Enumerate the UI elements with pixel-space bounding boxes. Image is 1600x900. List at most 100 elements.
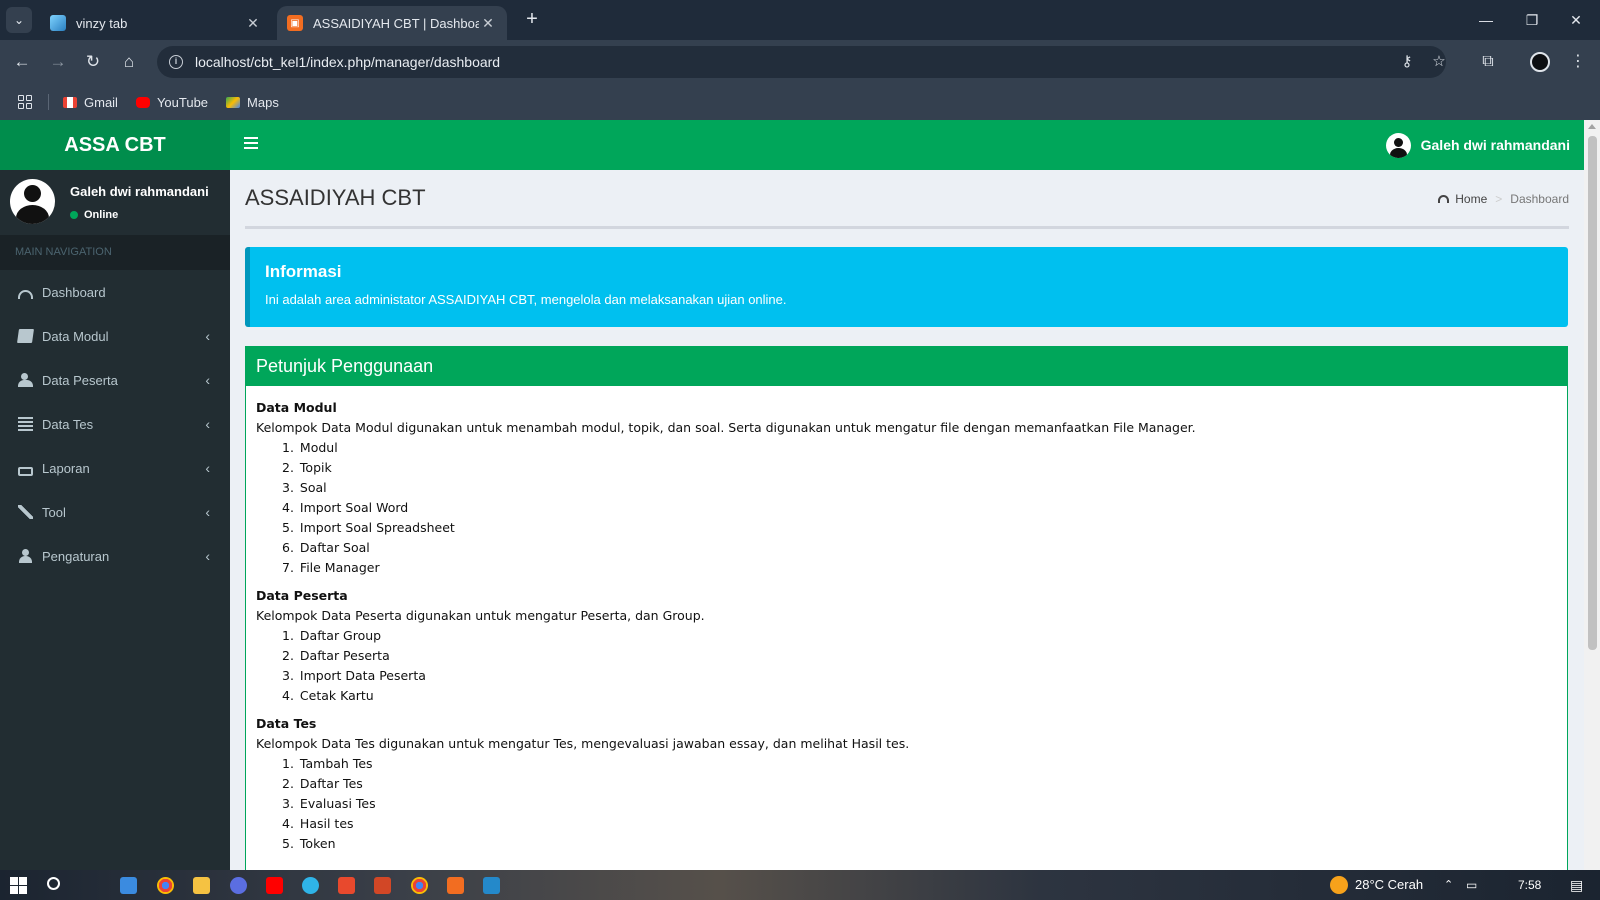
dashboard-icon xyxy=(1438,195,1450,203)
chrome-icon[interactable] xyxy=(411,877,428,894)
chevron-left-icon: ‹ xyxy=(205,372,210,388)
clock-text[interactable]: 7:58 xyxy=(1518,870,1541,900)
status-text: Online xyxy=(84,209,119,221)
window-close-icon[interactable]: ✕ xyxy=(1556,8,1596,32)
sidebar-item-data-modul[interactable]: Data Modul ‹ xyxy=(0,314,230,358)
bookmark-label: Gmail xyxy=(84,94,118,110)
browser-tab-active[interactable]: ▣ ASSAIDIYAH CBT | Dashboard ✕ xyxy=(277,6,507,40)
list-item: 3. Import Data Peserta xyxy=(282,668,426,683)
page-scrollbar[interactable] xyxy=(1584,120,1600,870)
profile-avatar-icon[interactable] xyxy=(1530,52,1550,72)
home-icon[interactable]: ⌂ xyxy=(117,50,141,74)
browser-tabstrip: ⌄ vinzy tab ✕ ▣ ASSAIDIYAH CBT | Dashboa… xyxy=(0,0,1600,40)
chevron-left-icon: ‹ xyxy=(205,460,210,476)
close-icon[interactable]: ✕ xyxy=(479,15,497,32)
close-icon[interactable]: ✕ xyxy=(244,15,262,32)
windows-start-icon[interactable] xyxy=(10,877,27,894)
restore-icon[interactable]: ❐ xyxy=(1512,8,1552,32)
list-item: 1. Daftar Group xyxy=(282,628,382,643)
sidebar-item-label: Pengaturan xyxy=(42,548,110,564)
breadcrumb-separator: > xyxy=(1495,192,1503,206)
bookmark-label: Maps xyxy=(247,94,279,110)
info-callout: Informasi Ini adalah area administator A… xyxy=(245,247,1568,327)
sidebar-item-data-peserta[interactable]: Data Peserta ‹ xyxy=(0,358,230,402)
nav-header: MAIN NAVIGATION xyxy=(0,235,230,270)
tab-title: vinzy tab xyxy=(76,15,128,31)
breadcrumb: Home > Dashboard xyxy=(1438,192,1569,206)
url-text: localhost/cbt_kel1/index.php/manager/das… xyxy=(195,54,501,70)
section-title: Data Modul xyxy=(256,400,337,415)
browser-menu-icon[interactable]: ⋮ xyxy=(1570,50,1586,74)
user-avatar-icon xyxy=(1385,132,1411,158)
list-item: 4. Import Soal Word xyxy=(282,500,409,515)
scroll-up-icon[interactable] xyxy=(1588,124,1596,129)
forward-icon[interactable]: → xyxy=(46,50,70,74)
app-icon[interactable] xyxy=(230,877,247,894)
chrome-icon[interactable] xyxy=(157,877,174,894)
bookmarks-bar: Gmail YouTube Maps xyxy=(0,84,1600,120)
user-menu[interactable]: Galeh dwi rahmandani xyxy=(1385,120,1570,170)
powerpoint-icon[interactable] xyxy=(374,877,391,894)
sidebar-item-dashboard[interactable]: Dashboard xyxy=(0,270,230,314)
sidebar-toggle-icon[interactable] xyxy=(244,137,258,152)
content-wrapper: ASSAIDIYAH CBT Home > Dashboard Informas… xyxy=(230,170,1584,870)
app-logo[interactable]: ASSA CBT xyxy=(0,120,230,170)
scrollbar-thumb[interactable] xyxy=(1588,136,1597,650)
bookmark-gmail[interactable]: Gmail xyxy=(63,95,118,110)
store-icon[interactable] xyxy=(120,877,137,894)
chevron-left-icon: ‹ xyxy=(205,548,210,564)
bookmark-star-icon[interactable]: ☆ xyxy=(1427,46,1451,78)
dashboard-icon xyxy=(18,289,33,299)
list-item: 6. Daftar Soal xyxy=(282,540,370,555)
address-bar[interactable]: i localhost/cbt_kel1/index.php/manager/d… xyxy=(157,46,1446,78)
back-icon[interactable]: ← xyxy=(10,50,34,74)
search-icon[interactable] xyxy=(47,877,60,890)
chevron-left-icon: ‹ xyxy=(205,328,210,344)
section-desc: Kelompok Data Peserta digunakan untuk me… xyxy=(256,608,705,623)
notification-icon[interactable]: ▤ xyxy=(1570,870,1583,900)
wps-icon[interactable] xyxy=(338,877,355,894)
sidebar-item-label: Dashboard xyxy=(42,284,106,300)
weather-icon[interactable] xyxy=(1330,876,1348,894)
tray-arrow-icon[interactable]: ⌃ xyxy=(1444,870,1453,900)
box-body: Data Modul Kelompok Data Modul digunakan… xyxy=(246,386,1567,854)
new-tab-button[interactable]: + xyxy=(520,8,544,32)
browser-tab-inactive[interactable]: vinzy tab ✕ xyxy=(40,6,272,40)
apps-grid-icon[interactable] xyxy=(18,95,32,109)
sidebar-item-label: Data Tes xyxy=(42,416,94,432)
sidebar-item-data-tes[interactable]: Data Tes ‹ xyxy=(0,402,230,446)
youtube-icon[interactable] xyxy=(266,877,283,894)
file-explorer-icon[interactable] xyxy=(193,877,210,894)
extensions-icon[interactable]: ⧉ xyxy=(1476,50,1500,74)
section-title: Data Tes xyxy=(256,716,317,731)
edge-icon[interactable] xyxy=(302,877,319,894)
bookmark-maps[interactable]: Maps xyxy=(226,95,279,110)
sidebar-item-tool[interactable]: Tool ‹ xyxy=(0,490,230,534)
list-item: 2. Topik xyxy=(282,460,332,475)
minimize-icon[interactable]: — xyxy=(1466,8,1506,32)
xampp-icon[interactable] xyxy=(447,877,464,894)
sidebar-item-pengaturan[interactable]: Pengaturan ‹ xyxy=(0,534,230,578)
chevron-left-icon: ‹ xyxy=(205,504,210,520)
page-title: ASSAIDIYAH CBT xyxy=(245,185,426,210)
tab-search-button[interactable]: ⌄ xyxy=(6,7,32,33)
password-key-icon[interactable]: ⚷ xyxy=(1395,46,1419,78)
vscode-icon[interactable] xyxy=(483,877,500,894)
users-icon xyxy=(18,373,33,387)
callout-text: Ini adalah area administator ASSAIDIYAH … xyxy=(265,292,787,307)
list-item: 3. Evaluasi Tes xyxy=(282,796,376,811)
chevron-down-icon: ⌄ xyxy=(13,13,25,27)
sidebar-item-laporan[interactable]: Laporan ‹ xyxy=(0,446,230,490)
breadcrumb-home-link[interactable]: Home xyxy=(1455,192,1487,206)
site-info-icon[interactable]: i xyxy=(169,55,183,69)
online-dot-icon xyxy=(70,211,78,219)
gmail-icon xyxy=(63,96,77,108)
reload-icon[interactable]: ↻ xyxy=(81,50,105,74)
tab-title: ASSAIDIYAH CBT | Dashboard xyxy=(313,15,479,31)
weather-text[interactable]: 28°C Cerah xyxy=(1355,870,1423,900)
section-title: Data Peserta xyxy=(256,588,348,603)
bookmark-youtube[interactable]: YouTube xyxy=(135,95,208,110)
network-icon[interactable]: ▭ xyxy=(1466,870,1477,900)
list-item: 2. Daftar Peserta xyxy=(282,648,390,663)
maps-icon xyxy=(226,96,241,108)
